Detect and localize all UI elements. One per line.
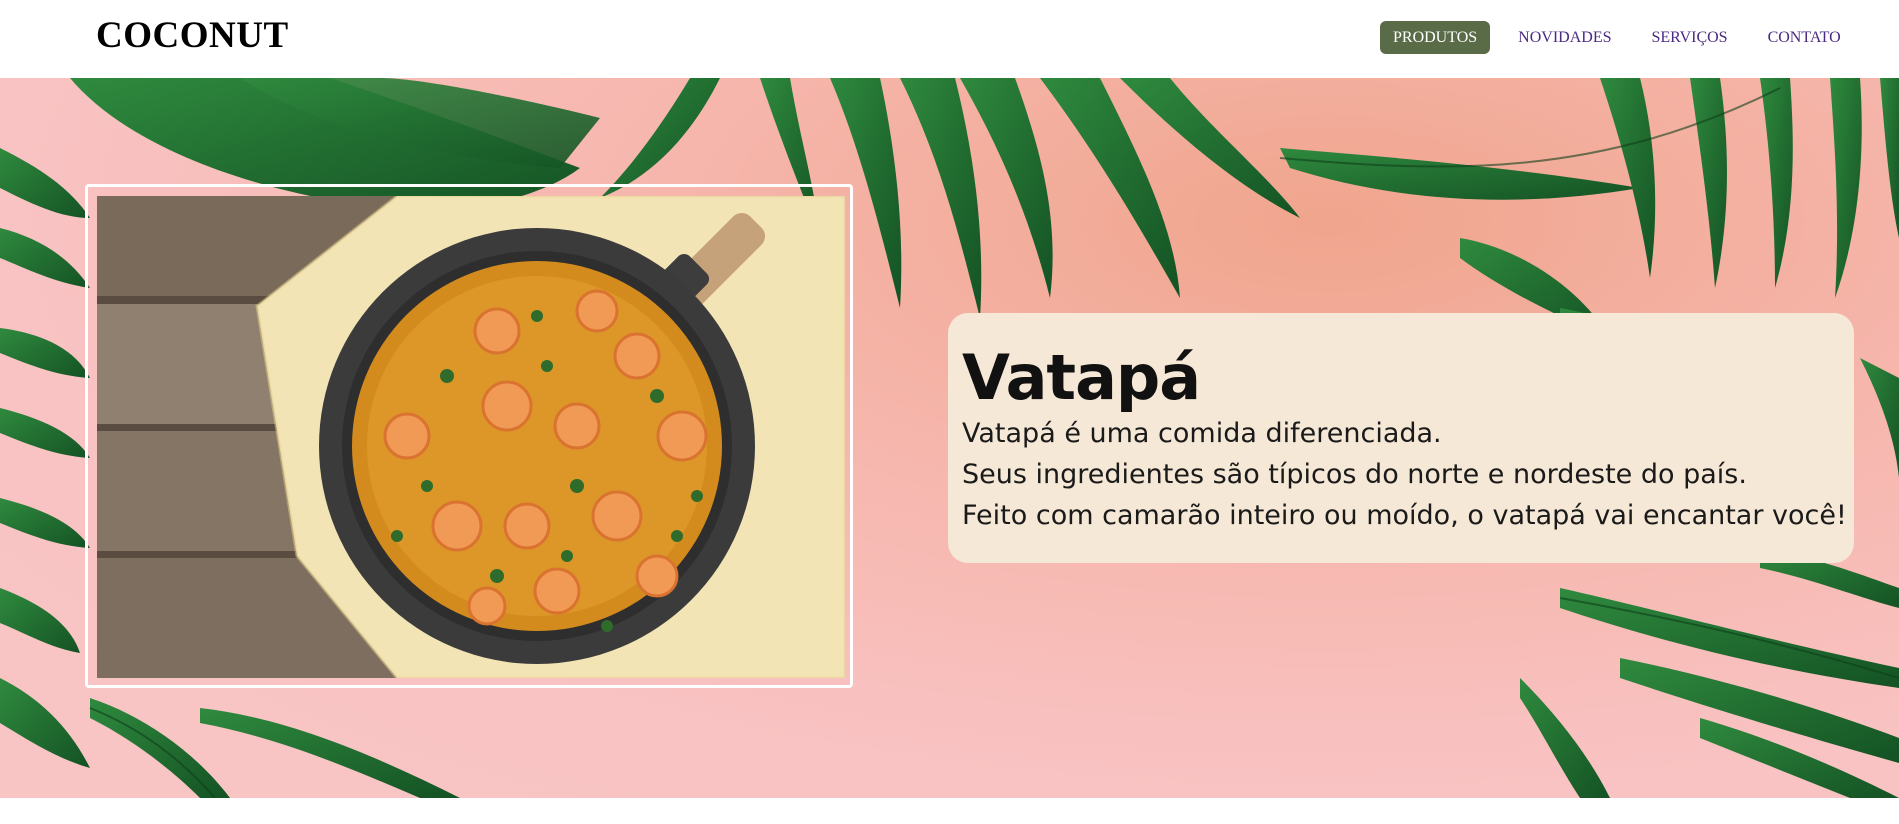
nav-servicos[interactable]: SERVIÇOS: [1640, 21, 1740, 54]
dish-info-card: Vatapá Vatapá é uma comida diferenciada.…: [948, 313, 1854, 563]
dish-description-line-3: Feito com camarão inteiro ou moído, o va…: [962, 500, 1847, 531]
dish-description-line-2: Seus ingredientes são típicos do norte e…: [962, 459, 1747, 490]
site-logo[interactable]: COCONUT: [96, 14, 289, 57]
main-nav: PRODUTOS NOVIDADES SERVIÇOS CONTATO: [1380, 21, 1869, 54]
vatapa-photo: [97, 196, 845, 678]
dish-title: Vatapá: [962, 341, 1201, 414]
site-header: COCONUT PRODUTOS NOVIDADES SERVIÇOS CONT…: [0, 0, 1899, 78]
vatapa-dish-image: [97, 196, 845, 678]
nav-novidades[interactable]: NOVIDADES: [1506, 21, 1623, 54]
nav-produtos[interactable]: PRODUTOS: [1380, 21, 1491, 54]
dish-description-line-1: Vatapá é uma comida diferenciada.: [962, 418, 1442, 449]
nav-contato[interactable]: CONTATO: [1756, 21, 1853, 54]
hero-banner: Vatapá Vatapá é uma comida diferenciada.…: [0, 78, 1899, 798]
